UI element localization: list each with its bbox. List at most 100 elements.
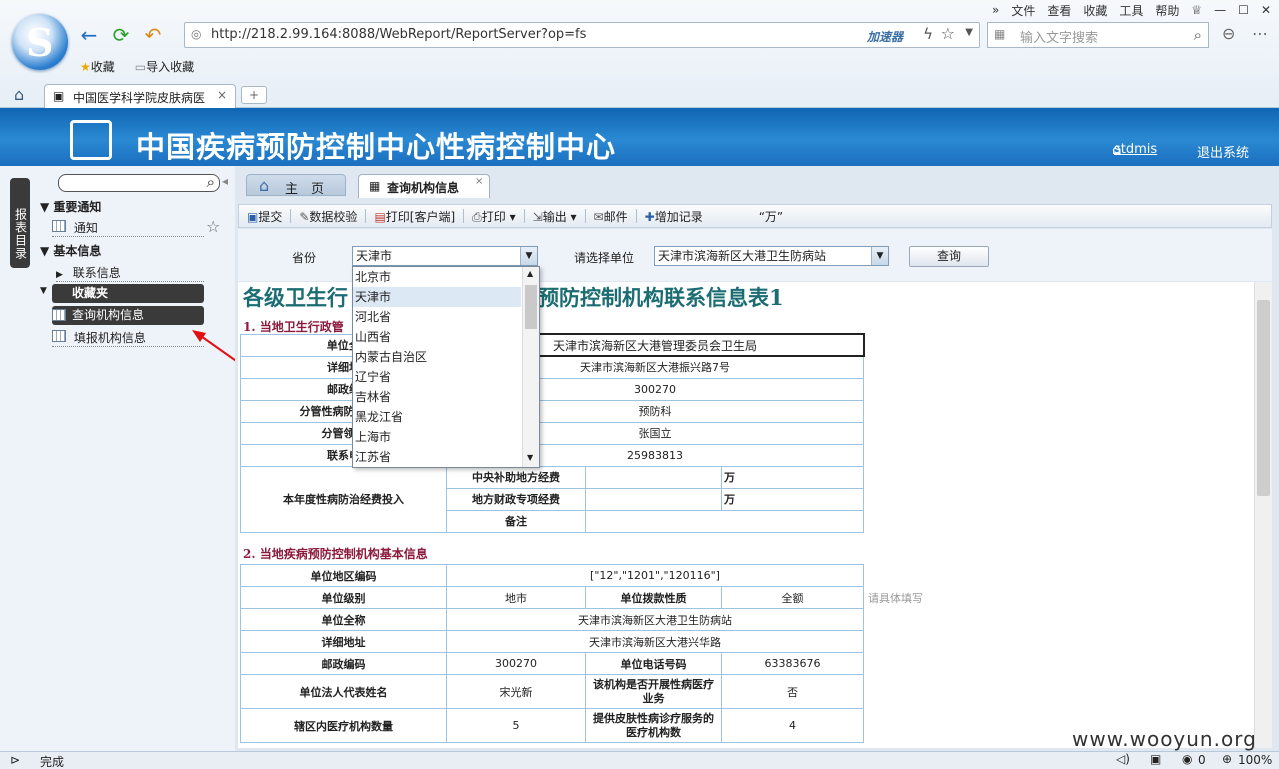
table-cell[interactable]: 300270	[446, 652, 586, 675]
search-icon[interactable]: ⌕	[1194, 26, 1202, 44]
import-favorites-link[interactable]: ▭导入收藏	[135, 58, 194, 75]
favorites-link[interactable]: ★收藏	[80, 58, 115, 75]
star-icon[interactable]: ☆	[206, 217, 220, 236]
logout-link[interactable]: 退出系统	[1197, 142, 1249, 161]
table-cell[interactable]	[584, 509, 865, 533]
table-cell[interactable]: 4	[720, 708, 865, 743]
list-item[interactable]: 江苏省	[353, 447, 521, 467]
accelerator-label[interactable]: 加速器	[867, 28, 903, 45]
sidebar-item-notice[interactable]: 通知	[52, 219, 204, 237]
menu-help[interactable]: 帮助	[1155, 2, 1179, 19]
list-item[interactable]: 河北省	[353, 307, 521, 327]
validate-button[interactable]: ✎数据校验	[291, 208, 365, 225]
list-item[interactable]: 山西省	[353, 327, 521, 347]
briefcase-icon[interactable]: ▣	[1150, 752, 1161, 766]
browser-tab[interactable]: ▣ 中国医学科学院皮肤病医 ×	[44, 84, 236, 108]
print-button[interactable]: ⎙打印 ▾	[464, 208, 523, 225]
menu-tools[interactable]: 工具	[1119, 2, 1143, 19]
list-item[interactable]: 北京市	[353, 267, 521, 287]
sidebar-search-input[interactable]: ⌕	[58, 173, 220, 192]
tab-close-icon[interactable]: ×	[475, 176, 483, 187]
undo-icon[interactable]: ↶	[142, 24, 164, 46]
user-link[interactable]: stdmis	[1114, 142, 1157, 157]
app-header: 中国疾病预防控制中心性病控制中心 ⌂ stdmis 退出系统	[0, 108, 1279, 166]
shield-icon[interactable]: ◉	[1182, 752, 1192, 766]
list-item[interactable]: 天津市	[353, 287, 521, 307]
dropdown-scrollbar[interactable]: ▲ ▼	[522, 267, 539, 467]
table-cell[interactable]: 全额	[720, 586, 865, 609]
menu-view[interactable]: 查看	[1047, 2, 1071, 19]
sidebar-item-contact[interactable]: ▶ 联系信息	[56, 264, 204, 282]
sidebar-toggle-icon[interactable]: ⊳	[10, 753, 20, 767]
table-cell[interactable]: 地市	[446, 586, 586, 609]
table-cell[interactable]	[585, 465, 722, 489]
list-item[interactable]: 上海市	[353, 427, 521, 447]
chevron-down-icon[interactable]: ▼	[871, 247, 888, 265]
tab-query-org[interactable]: ▦ 查询机构信息 ×	[358, 174, 490, 198]
table-cell: 单位全称	[240, 608, 447, 631]
table-row: 邮政编码 300270 单位电话号码 63383676	[240, 652, 865, 675]
table-cell[interactable]: 宋光新	[446, 674, 586, 709]
sidebar-item-query-org[interactable]: 查询机构信息	[52, 306, 204, 325]
minimize-icon[interactable]: —	[1214, 3, 1226, 17]
lightning-icon[interactable]: ϟ	[923, 25, 933, 43]
report-scrollbar[interactable]	[1254, 282, 1272, 748]
home-icon[interactable]: ⌂	[14, 85, 24, 104]
volume-icon[interactable]: ◁)	[1116, 752, 1130, 766]
close-icon[interactable]: ✕	[1261, 3, 1271, 17]
triangle-down-icon: ▼	[40, 244, 54, 258]
collapse-icon[interactable]: ◂	[222, 174, 228, 188]
list-item[interactable]: 黑龙江省	[353, 407, 521, 427]
submit-button[interactable]: ▣提交	[239, 208, 290, 225]
scroll-up-icon[interactable]: ▲	[527, 269, 533, 278]
more-icon[interactable]: ⋯	[1252, 24, 1268, 43]
tab-close-icon[interactable]: ×	[217, 88, 227, 102]
scroll-down-icon[interactable]: ▼	[527, 453, 533, 462]
search-icon[interactable]: ⌕	[207, 173, 215, 191]
unit-label: 请选择单位	[574, 251, 635, 265]
table-cell[interactable]: 天津市滨海新区大港卫生防病站	[445, 608, 865, 631]
unit-select[interactable]: 天津市滨海新区大港卫生防病站 ▼	[654, 246, 889, 266]
new-tab-button[interactable]: +	[241, 86, 267, 104]
report-catalog-tab[interactable]: 报表目录	[10, 178, 30, 268]
address-bar[interactable]: ◎ http://218.2.99.164:8088/WebReport/Rep…	[184, 22, 980, 48]
chevron-down-icon[interactable]: ▼	[965, 27, 973, 38]
province-select[interactable]: 天津市 ▼	[352, 246, 538, 266]
group-favorites[interactable]: 收藏夹	[52, 284, 204, 303]
table-cell[interactable]: 63383676	[720, 652, 865, 675]
download-icon[interactable]: ⊖	[1222, 24, 1235, 43]
back-icon[interactable]: ←	[78, 24, 100, 46]
star-icon[interactable]: ☆	[941, 24, 955, 43]
tab-home[interactable]: ⌂ 主 页	[246, 174, 346, 197]
scrollbar-thumb[interactable]	[525, 285, 537, 329]
zoom-icon[interactable]: ⊕	[1222, 752, 1232, 766]
maximize-icon[interactable]: ☐	[1238, 3, 1249, 17]
group-important-notice[interactable]: ▼ 重要通知	[40, 198, 101, 215]
table-cell[interactable]: ["12","1201","120116"]	[445, 564, 865, 587]
email-button[interactable]: ✉邮件	[586, 208, 636, 225]
province-dropdown-list[interactable]: 北京市 天津市 河北省 山西省 内蒙古自治区 辽宁省 吉林省 黑龙江省 上海市 …	[352, 266, 540, 468]
list-item[interactable]: 吉林省	[353, 387, 521, 407]
skin-icon[interactable]: ♕	[1191, 3, 1202, 17]
client-print-button[interactable]: ▤打印[客户端]	[366, 208, 463, 225]
list-item[interactable]: 内蒙古自治区	[353, 347, 521, 367]
group-basic-info[interactable]: ▼ 基本信息	[40, 242, 101, 259]
menu-file[interactable]: 文件	[1011, 2, 1035, 19]
sidebar-item-fill-org[interactable]: 填报机构信息	[52, 329, 204, 347]
table-cell[interactable]: 5	[446, 708, 586, 743]
unit-wan-label: “万”	[758, 209, 784, 224]
export-button[interactable]: ⇲输出 ▾	[525, 208, 585, 225]
menu-favorites[interactable]: 收藏	[1083, 2, 1107, 19]
menu-expand-icon[interactable]: »	[992, 3, 999, 17]
add-record-button[interactable]: ✚增加记录	[637, 208, 711, 225]
query-button[interactable]: 查询	[909, 246, 989, 267]
chevron-down-icon[interactable]: ▼	[520, 247, 537, 265]
tab-home-label: 主 页	[285, 182, 325, 197]
table-cell[interactable]: 天津市滨海新区大港兴华路	[445, 630, 865, 653]
zoom-level[interactable]: 100%	[1238, 753, 1272, 767]
table-cell[interactable]: 否	[720, 674, 865, 709]
refresh-icon[interactable]: ⟳	[110, 24, 132, 46]
list-item[interactable]: 辽宁省	[353, 367, 521, 387]
search-box[interactable]: ▦ 输入文字搜索 ⌕	[987, 22, 1209, 48]
table-cell[interactable]	[585, 487, 722, 511]
